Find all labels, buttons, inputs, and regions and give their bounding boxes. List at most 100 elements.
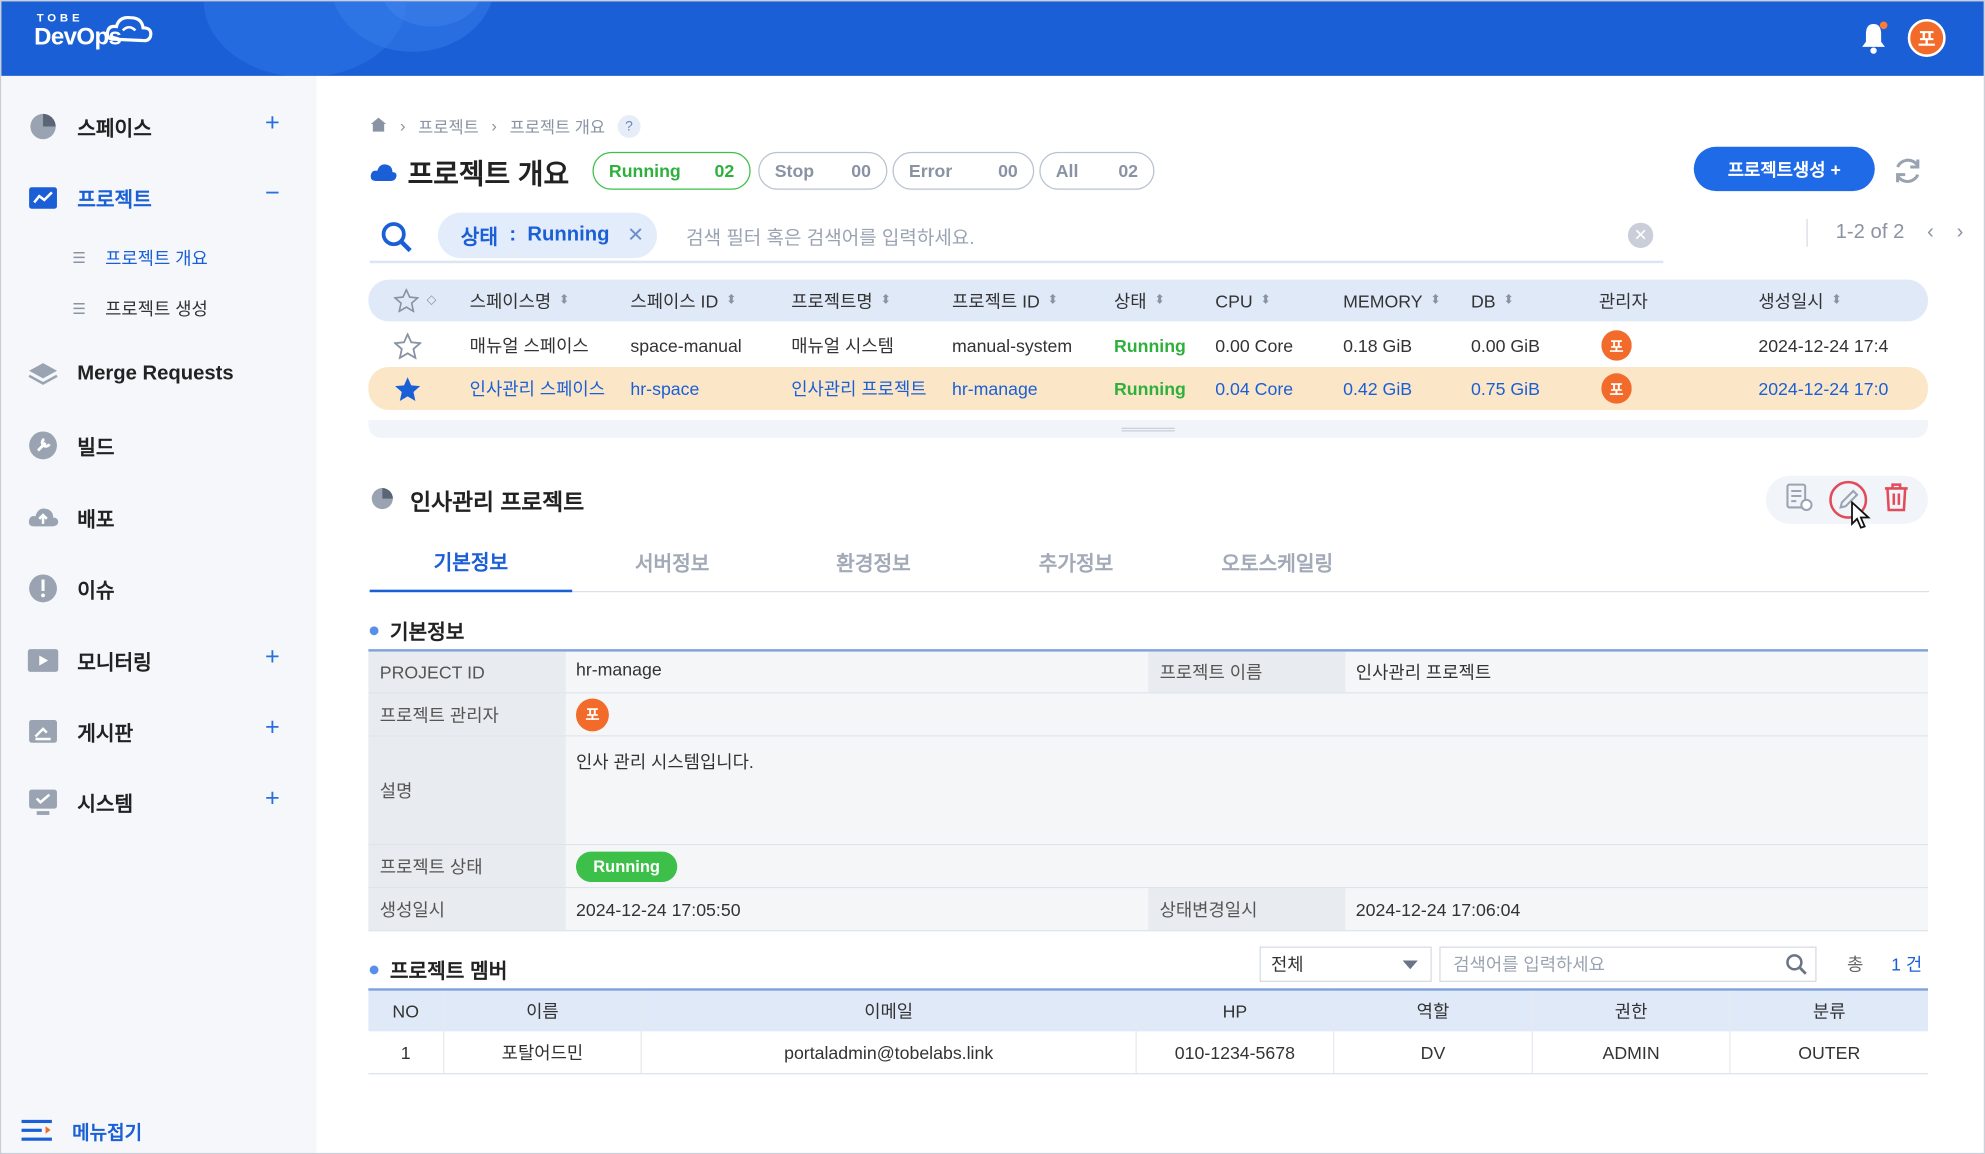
chevron-right-icon[interactable]: › [1957, 221, 1964, 244]
status-filter-running[interactable]: Running 02 [592, 151, 751, 190]
tab-basic-info[interactable]: 기본정보 [369, 531, 573, 593]
sidebar-item-monitoring[interactable]: 모니터링 + [27, 640, 293, 680]
notification-bell-icon[interactable] [1860, 21, 1888, 55]
sidebar-subitem-project-create[interactable]: ☰ 프로젝트 생성 [72, 296, 208, 321]
chevron-right-icon: › [491, 116, 497, 136]
sidebar-item-system[interactable]: 시스템 + [27, 782, 293, 822]
star-outline-icon[interactable] [393, 324, 422, 367]
value-created: 2024-12-24 17:05:50 [565, 888, 1149, 931]
col-header-status[interactable]: 상태 ⬍ [1114, 280, 1165, 322]
col-header-space-id[interactable]: 스페이스 ID ⬍ [630, 280, 736, 322]
label-description: 설명 [368, 736, 566, 845]
expand-plus-icon[interactable]: + [265, 109, 280, 138]
refresh-icon[interactable] [1893, 156, 1923, 186]
project-table: ◇ 스페이스명 ⬍ 스페이스 ID ⬍ 프로젝트명 ⬍ 프로젝트 ID ⬍ 상태 ⬍ CP… [368, 279, 1928, 410]
chip-close-icon[interactable]: ✕ [627, 223, 644, 248]
menu-collapse-button[interactable]: 메뉴접기 [21, 1117, 142, 1145]
col-header-memory[interactable]: MEMORY ⬍ [1343, 280, 1441, 322]
cell-created: 2024-12-24 17:0 [1758, 378, 1889, 399]
sidebar-item-board[interactable]: 게시판 + [27, 711, 293, 751]
pie-chart-icon [27, 110, 60, 143]
help-icon[interactable]: ? [617, 114, 641, 138]
status-filter-all[interactable]: All 02 [1039, 151, 1155, 190]
expand-plus-icon[interactable]: + [265, 714, 280, 743]
logo-cloud-icon [105, 15, 153, 43]
create-project-button[interactable]: 프로젝트생성 + [1693, 146, 1875, 192]
sidebar-subitem-project-overview[interactable]: ☰ 프로젝트 개요 [72, 245, 208, 270]
edit-button[interactable] [1829, 480, 1871, 529]
board-icon [27, 715, 60, 748]
member-filter-select[interactable]: 전체 [1259, 946, 1432, 982]
sidebar-item-project[interactable]: 프로젝트 − [27, 177, 293, 217]
manager-avatar[interactable]: 포 [575, 697, 609, 731]
member-row[interactable]: 1 포탈어드민 portaladmin@tobelabs.link 010-12… [368, 1031, 1928, 1075]
main-content: › 프로젝트 › 프로젝트 개요 ? 프로젝트 개요 Running 02 Sto… [316, 75, 1984, 1153]
trash-icon[interactable] [1882, 481, 1910, 518]
admin-avatar[interactable]: 포 [1601, 330, 1632, 361]
cell-project-name: 인사관리 프로젝트 [791, 378, 927, 399]
col-header-space-name[interactable]: 스페이스명 ⬍ [470, 280, 570, 322]
value-status-changed: 2024-12-24 17:06:04 [1345, 888, 1928, 931]
cell-db: 0.00 GiB [1470, 335, 1540, 356]
col-header-project-name[interactable]: 프로젝트명 ⬍ [791, 280, 891, 322]
sidebar-item-space[interactable]: 스페이스 + [27, 106, 293, 146]
cell-created: 2024-12-24 17:4 [1758, 335, 1889, 356]
collapse-minus-icon[interactable]: − [265, 180, 280, 209]
list-lines-icon: ☰ [72, 299, 86, 318]
home-icon[interactable] [370, 116, 388, 136]
sidebar-item-issue[interactable]: 이슈 [27, 568, 293, 608]
clear-search-icon[interactable]: ✕ [1627, 222, 1654, 249]
search-icon[interactable] [380, 220, 413, 253]
status-filter-stop[interactable]: Stop 00 [758, 151, 888, 190]
pagination: 1-2 of 2 ‹ › [1806, 218, 1964, 247]
col-header-project-id[interactable]: 프로젝트 ID ⬍ [952, 280, 1058, 322]
user-avatar[interactable]: 포 [1907, 18, 1946, 57]
label-status-changed: 상태변경일시 [1148, 888, 1346, 931]
system-icon [27, 786, 60, 819]
devops-logo[interactable]: TOBE DevOps [34, 11, 153, 51]
status-filter-error[interactable]: Error 00 [892, 151, 1035, 190]
detail-title: 인사관리 프로젝트 [370, 485, 584, 518]
table-row-selected[interactable]: 인사관리 스페이스 hr-space 인사관리 프로젝트 hr-manage R… [368, 366, 1928, 410]
admin-avatar[interactable]: 포 [1601, 373, 1632, 404]
settings-doc-icon[interactable] [1784, 481, 1814, 518]
cloud-upload-icon [27, 501, 60, 534]
tab-server-info[interactable]: 서버정보 [571, 531, 774, 592]
member-table: NO 이름 이메일 HP 역할 권한 분류 1 포탈어드민 portaladmi… [368, 988, 1928, 1075]
cell-space-name: 매뉴얼 스페이스 [469, 335, 589, 356]
star-header-icon[interactable]: ◇ [393, 280, 436, 322]
table-resize-handle[interactable] [368, 420, 1928, 438]
breadcrumb-item[interactable]: 프로젝트 [418, 114, 479, 138]
tab-env-info[interactable]: 환경정보 [772, 531, 975, 592]
col-header-created[interactable]: 생성일시 ⬍ [1758, 280, 1841, 322]
filter-chip-status[interactable]: 상태 : Running ✕ [438, 212, 657, 259]
value-description: 인사 관리 시스템입니다. [565, 736, 1928, 845]
member-search-input[interactable]: 검색어를 입력하세요 [1439, 946, 1817, 982]
breadcrumb-item[interactable]: 프로젝트 개요 [510, 114, 605, 138]
col-header-cpu[interactable]: CPU ⬍ [1215, 280, 1271, 322]
top-header: TOBE DevOps 포 [1, 1, 1984, 76]
col-header-db[interactable]: DB ⬍ [1471, 280, 1514, 322]
search-icon[interactable] [1785, 953, 1808, 976]
chevron-left-icon[interactable]: ‹ [1927, 221, 1934, 244]
grip-icon [1121, 427, 1175, 432]
list-lines-icon: ☰ [72, 249, 86, 267]
tab-extra-info[interactable]: 추가정보 [975, 531, 1178, 592]
table-row[interactable]: 매뉴얼 스페이스 space-manual 매뉴얼 시스템 manual-sys… [368, 324, 1928, 367]
expand-plus-icon[interactable]: + [265, 785, 280, 814]
cell-db: 0.75 GiB [1470, 378, 1540, 399]
chevron-right-icon: › [400, 116, 406, 136]
sidebar-item-merge-requests[interactable]: Merge Requests [27, 354, 293, 394]
cell-memory: 0.18 GiB [1343, 335, 1413, 356]
expand-plus-icon[interactable]: + [265, 643, 280, 672]
sidebar-item-deploy[interactable]: 배포 [27, 497, 293, 537]
label-manager: 프로젝트 관리자 [368, 693, 566, 736]
search-input[interactable]: 검색 필터 혹은 검색어를 입력하세요. [686, 224, 974, 251]
detail-actions [1765, 475, 1928, 529]
star-filled-icon[interactable] [394, 367, 422, 410]
wrench-icon [27, 429, 60, 462]
project-chart-icon [27, 181, 60, 214]
label-project-status: 프로젝트 상태 [368, 845, 566, 888]
tab-autoscaling[interactable]: 오토스케일링 [1176, 531, 1379, 592]
sidebar-item-build[interactable]: 빌드 [27, 425, 293, 465]
